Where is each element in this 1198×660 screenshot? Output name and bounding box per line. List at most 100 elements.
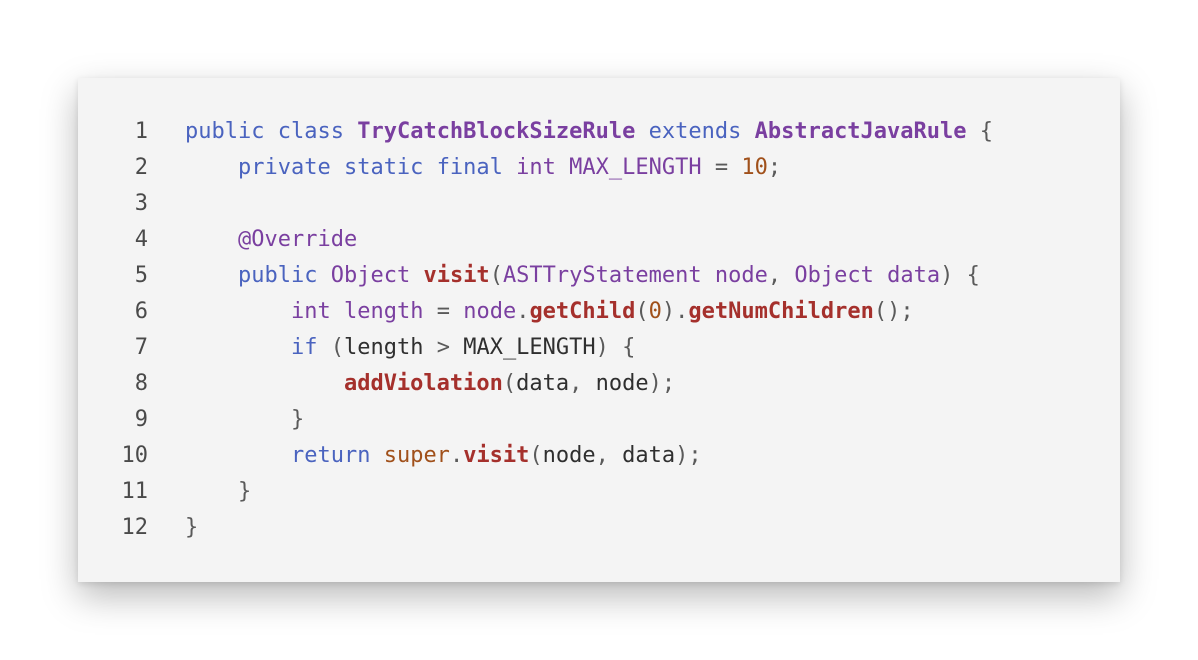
- line-number: 2: [134, 155, 148, 180]
- line-number: 9: [134, 407, 148, 432]
- code-token-class: AbstractJavaRule: [754, 119, 967, 144]
- line-code: public class TryCatchBlockSizeRule exten…: [185, 114, 993, 150]
- code-token-keyword: final: [436, 155, 503, 180]
- code-line: 10 return super.visit(node, data);: [78, 438, 1120, 474]
- code-token-punct: }: [237, 479, 252, 504]
- line-code: @Override: [185, 222, 357, 258]
- code-token-method: getNumChildren: [688, 299, 874, 324]
- code-token-punct: ();: [873, 299, 914, 324]
- code-token-plain: node: [595, 371, 649, 396]
- code-token-method: addViolation: [343, 371, 503, 396]
- code-line: 7 if (length > MAX_LENGTH) {: [78, 330, 1120, 366]
- code-token-punct: (: [529, 443, 543, 468]
- line-number: 3: [134, 191, 148, 216]
- code-line: 1 public class TryCatchBlockSizeRule exte…: [78, 114, 1120, 150]
- line-code: private static final int MAX_LENGTH = 10…: [185, 150, 781, 186]
- line-number: 5: [134, 263, 148, 288]
- code-line: 3: [78, 186, 1120, 222]
- code-token-punct: ,: [569, 371, 596, 396]
- line-code: return super.visit(node, data);: [185, 438, 702, 474]
- code-token-punct: ) {: [595, 335, 636, 360]
- code-token-punct: (: [489, 263, 503, 288]
- code-token-punct: .: [449, 443, 464, 468]
- code-token-keyword: class: [277, 119, 344, 144]
- line-code: int length = node.getChild(0).getNumChil…: [185, 294, 914, 330]
- code-token-punct: {: [966, 119, 994, 144]
- code-token-type: ASTTryStatement: [502, 263, 702, 288]
- code-token-method: getChild: [529, 299, 636, 324]
- code-token-type: node: [463, 299, 517, 324]
- line-number: 1: [134, 119, 148, 144]
- line-code: }: [185, 474, 251, 510]
- code-token-type: Object: [794, 263, 874, 288]
- code-lines: 1 public class TryCatchBlockSizeRule exte…: [78, 114, 1120, 546]
- code-token-punct: (: [317, 335, 344, 360]
- code-token-punct: );: [648, 371, 676, 396]
- code-token-type: MAX_LENGTH: [569, 155, 702, 180]
- code-token-plain: data: [622, 443, 676, 468]
- code-token-class: TryCatchBlockSizeRule: [357, 119, 636, 144]
- code-token-special: super: [383, 443, 450, 468]
- code-snippet-card: 1 public class TryCatchBlockSizeRule exte…: [78, 78, 1120, 582]
- code-token-punct: ;: [767, 155, 782, 180]
- code-token-keyword: if: [290, 335, 318, 360]
- code-token-plain: data: [516, 371, 570, 396]
- code-token-plain: node: [542, 443, 596, 468]
- code-token-punct: =: [423, 299, 464, 324]
- line-number: 6: [134, 299, 148, 324]
- code-line: 6 int length = node.getChild(0).getNumCh…: [78, 294, 1120, 330]
- code-token-punct: >: [423, 335, 464, 360]
- code-token-method: visit: [463, 443, 530, 468]
- code-token-punct: ).: [661, 299, 689, 324]
- code-token-type: data: [887, 263, 941, 288]
- code-token-punct: (: [502, 371, 517, 396]
- line-number: 8: [134, 371, 148, 396]
- code-token-keyword: public: [185, 119, 265, 144]
- code-token-keyword: return: [290, 443, 371, 468]
- code-token-keyword: static: [343, 155, 424, 180]
- line-code: if (length > MAX_LENGTH) {: [185, 330, 635, 366]
- code-token-type: int: [516, 155, 556, 180]
- code-token-plain: length: [343, 335, 424, 360]
- code-line: 12}: [78, 510, 1120, 546]
- code-token-punct: );: [675, 443, 702, 468]
- code-token-annotation: @Override: [237, 227, 358, 252]
- line-number: 11: [121, 479, 149, 504]
- line-code: addViolation(data, node);: [185, 366, 675, 402]
- line-number: 12: [121, 515, 149, 540]
- code-token-punct: }: [290, 407, 305, 432]
- code-token-punct: }: [185, 515, 199, 540]
- code-token-method: visit: [423, 263, 490, 288]
- line-number: 10: [121, 443, 149, 468]
- line-number: 7: [134, 335, 148, 360]
- code-token-punct: =: [701, 155, 742, 180]
- line-code: }: [185, 510, 198, 546]
- line-number: 4: [134, 227, 148, 252]
- code-token-punct: ,: [767, 263, 795, 288]
- code-token-punct: ,: [595, 443, 623, 468]
- code-line: 9 }: [78, 402, 1120, 438]
- code-line: 11 }: [78, 474, 1120, 510]
- code-token-type: node: [714, 263, 768, 288]
